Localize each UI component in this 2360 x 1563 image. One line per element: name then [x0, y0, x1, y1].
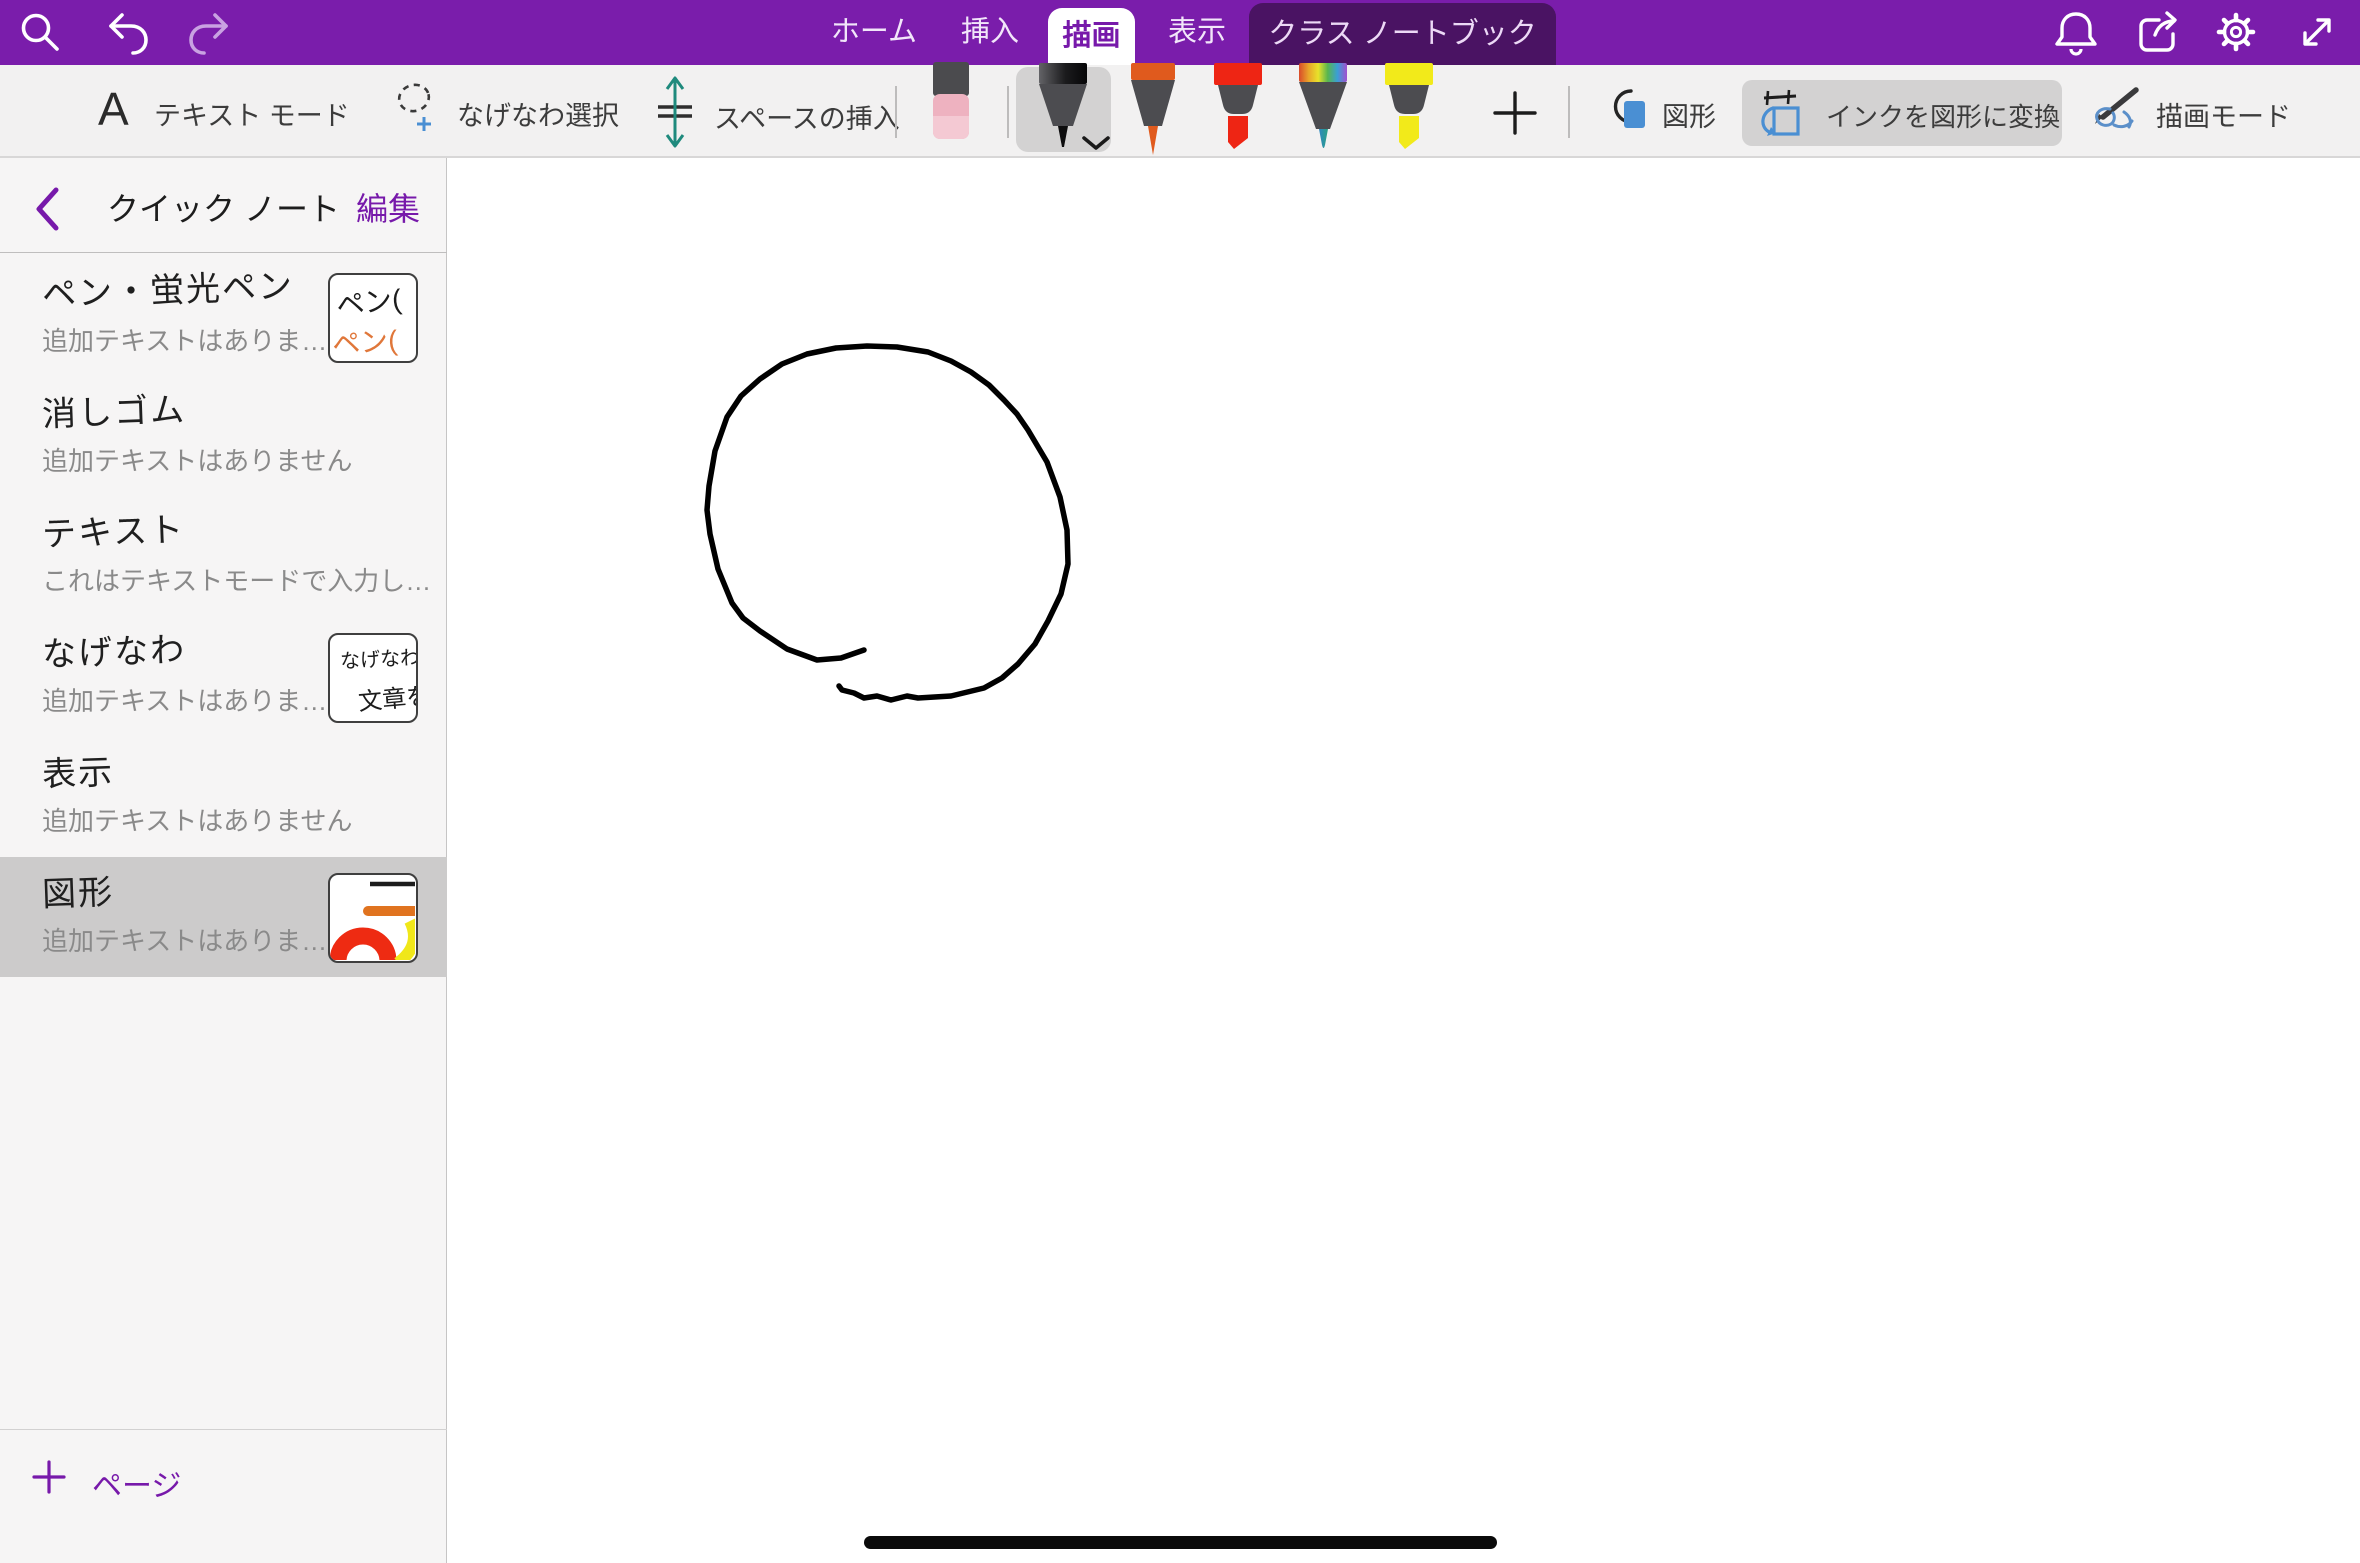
- page-thumbnail: なげなわ 文章を: [328, 633, 418, 723]
- ink-to-shape-button[interactable]: インクを図形に変換: [1742, 80, 2062, 146]
- edit-button[interactable]: 編集: [356, 184, 420, 230]
- page-list-item[interactable]: テキスト これはテキストモードで入力し…: [0, 497, 447, 617]
- page-list-item[interactable]: 表示 追加テキストはありません: [0, 737, 447, 857]
- draw-ribbon: A テキスト モード なげなわ選択 スペースの挿入: [0, 65, 2360, 158]
- thumbnail-ink: ペン(: [334, 278, 403, 325]
- galaxy-pen-tool[interactable]: [1296, 63, 1350, 157]
- undo-icon[interactable]: [103, 8, 151, 56]
- page-list-item-selected[interactable]: 図形 追加テキストはありま…: [0, 857, 447, 977]
- tab-home[interactable]: ホーム: [831, 0, 917, 65]
- share-icon[interactable]: [2133, 8, 2181, 56]
- orange-pen-tool[interactable]: [1128, 63, 1178, 157]
- red-highlighter-tool[interactable]: [1211, 63, 1265, 157]
- page-thumbnail: [328, 873, 418, 963]
- ink-title: 表示: [41, 745, 115, 796]
- redo-icon[interactable]: [186, 8, 234, 56]
- page-subtitle: 追加テキストはありません: [42, 441, 352, 478]
- tab-class-notebook[interactable]: クラス ノートブック: [1249, 3, 1556, 65]
- ink-title: なげなわ: [41, 622, 187, 676]
- ink-to-shape-label: インクを図形に変換: [1826, 97, 2060, 134]
- page-subtitle: 追加テキストはありま…: [42, 681, 327, 718]
- tab-view[interactable]: 表示: [1168, 0, 1226, 65]
- ribbon-divider: [1568, 86, 1570, 138]
- onenote-app: ホーム 挿入 描画 表示 クラス ノートブック: [0, 0, 2360, 1563]
- tab-insert[interactable]: 挿入: [961, 0, 1019, 65]
- lasso-select-button[interactable]: なげなわ選択: [393, 77, 618, 147]
- shapes-label: 図形: [1662, 95, 1716, 134]
- eraser-tool[interactable]: [930, 62, 972, 140]
- add-page-label[interactable]: ページ: [92, 1461, 181, 1505]
- search-icon[interactable]: [18, 11, 62, 55]
- draw-mode-icon: [2086, 81, 2146, 137]
- insert-space-button[interactable]: スペースの挿入: [648, 73, 873, 151]
- yellow-highlighter-tool[interactable]: [1382, 63, 1436, 157]
- text-mode-label: テキスト モード: [154, 94, 350, 133]
- top-app-bar: ホーム 挿入 描画 表示 クラス ノートブック: [0, 0, 2360, 65]
- page-list-item[interactable]: 消しゴム 追加テキストはありません: [0, 377, 447, 497]
- ink-title: テキスト: [41, 502, 186, 556]
- draw-mode-label: 描画モード: [2156, 95, 2291, 134]
- tab-class-notebook-label: クラス ノートブック: [1249, 3, 1556, 65]
- settings-gear-icon[interactable]: [2212, 8, 2260, 56]
- thumbnail-ink: なげなわ: [339, 641, 418, 674]
- ink-to-shape-icon: [1756, 86, 1804, 140]
- add-pen-button[interactable]: [1492, 90, 1538, 136]
- page-thumbnail: ペン( ペン(: [328, 273, 418, 363]
- ribbon-divider: [1007, 86, 1009, 138]
- shapes-icon: [1598, 83, 1650, 135]
- thumbnail-ink: ペン(: [331, 319, 399, 363]
- drawing-canvas[interactable]: [447, 158, 2360, 1563]
- ink-title: ペン・蛍光ペン: [41, 258, 295, 316]
- lasso-label: なげなわ選択: [457, 94, 619, 133]
- bell-icon[interactable]: [2053, 9, 2099, 57]
- text-mode-button[interactable]: A テキスト モード: [98, 80, 343, 144]
- thumbnail-ink: 文章を: [357, 676, 418, 717]
- plus-icon: [32, 1460, 66, 1494]
- divider: [0, 1429, 447, 1430]
- ink-title: 図形: [41, 865, 115, 916]
- ribbon-divider: [895, 86, 897, 138]
- insert-space-label: スペースの挿入: [714, 97, 900, 136]
- home-indicator[interactable]: [864, 1536, 1497, 1549]
- page-subtitle: これはテキストモードで入力し…: [42, 561, 431, 598]
- page-subtitle: 追加テキストはありま…: [42, 321, 327, 358]
- page-subtitle: 追加テキストはありま…: [42, 921, 327, 958]
- fullscreen-icon[interactable]: [2294, 9, 2340, 55]
- ink-stroke-circle: [447, 158, 2360, 1563]
- page-list-item[interactable]: ペン・蛍光ペン 追加テキストはありま… ペン( ペン(: [0, 257, 447, 377]
- insert-space-icon: [648, 73, 702, 151]
- chevron-down-icon[interactable]: [1082, 136, 1110, 150]
- tab-draw-label: 描画: [1048, 8, 1135, 65]
- lasso-icon: [393, 79, 445, 139]
- shapes-button[interactable]: 図形: [1598, 81, 1718, 143]
- thumbnail-shapes-ink: [330, 875, 415, 960]
- page-list-item[interactable]: なげなわ 追加テキストはありま… なげなわ 文章を: [0, 617, 447, 737]
- divider: [0, 252, 447, 253]
- page-subtitle: 追加テキストはありません: [42, 801, 352, 838]
- tab-draw-active[interactable]: 描画: [1048, 8, 1135, 65]
- text-mode-icon: A: [98, 82, 129, 136]
- ink-title: 消しゴム: [41, 382, 187, 436]
- page-list-sidebar: クイック ノート 編集 ペン・蛍光ペン 追加テキストはありま… ペン( ペン( …: [0, 158, 447, 1563]
- draw-mode-button[interactable]: 描画モード: [2086, 79, 2296, 143]
